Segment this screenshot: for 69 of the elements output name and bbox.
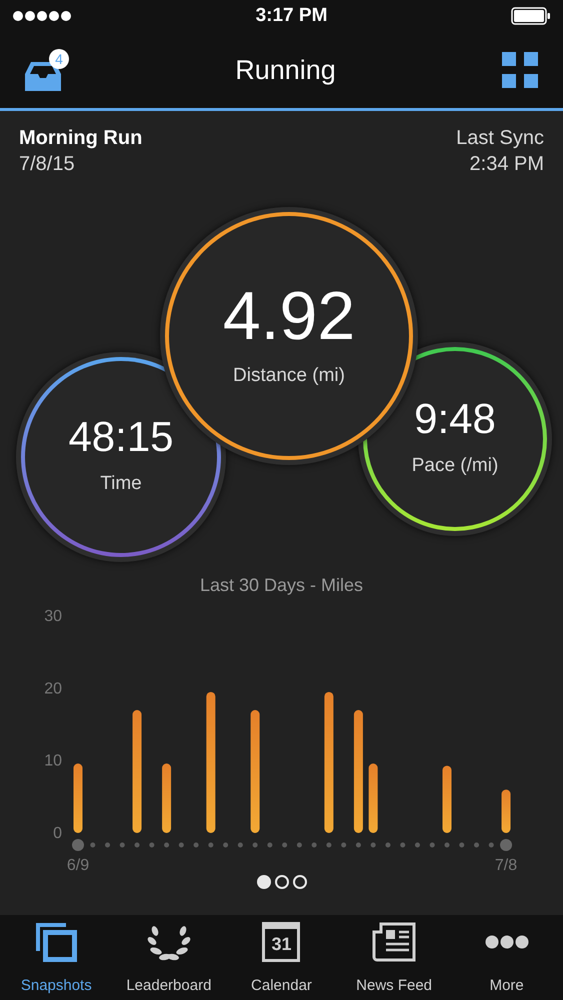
axis-dot [488, 842, 494, 848]
bar [162, 764, 172, 833]
battery-icon [511, 7, 551, 25]
chart-title: Last 30 Days - Miles [200, 574, 364, 597]
axis-dot [474, 842, 480, 848]
bar [74, 764, 82, 833]
axis-dot [252, 842, 258, 848]
axis-dot [194, 842, 199, 848]
stat-value: 48:15 [68, 416, 174, 458]
stat-label: Pace (/mi) [412, 454, 498, 478]
axis-dot [105, 842, 110, 848]
activity-name: Morning Run [19, 126, 142, 151]
y-tick-label: 20 [44, 680, 62, 698]
signal-icon [12, 10, 72, 22]
axis-dot [312, 842, 317, 848]
axis-dot [400, 842, 406, 848]
axis-dot [223, 842, 228, 848]
page-title: Running [235, 54, 336, 87]
laurel-wreath-icon [146, 923, 191, 962]
axis-dot [444, 842, 450, 848]
tab-bar-item[interactable]: Snapshots [0, 915, 113, 1000]
axis-dot [430, 842, 435, 848]
stat-label: Distance (mi) [233, 364, 345, 388]
tab-bar-item[interactable]: More [450, 915, 563, 1000]
axis-dot [134, 842, 140, 848]
y-tick-label: 10 [44, 752, 62, 770]
stat-label: Time [100, 472, 142, 496]
axis-dot [238, 842, 243, 848]
x-tick-label: 7/8 [494, 857, 518, 873]
stat-value: 4.92 [222, 282, 356, 350]
tab-bar-item[interactable]: Leaderboard [112, 915, 226, 1000]
y-tick-label: 30 [44, 608, 62, 625]
bar [442, 766, 452, 833]
axis-dot [326, 842, 332, 848]
more-icon [484, 935, 529, 950]
bar [368, 764, 378, 833]
notification-badge: 4 [49, 49, 69, 69]
grid-icon [502, 52, 538, 88]
bar [502, 790, 511, 833]
snapshots-icon [34, 921, 78, 964]
axis-dot [459, 842, 464, 848]
tab-bar-item[interactable]: News Feed [338, 915, 450, 1000]
axis-dot [149, 842, 154, 848]
axis-dot [385, 842, 390, 848]
axis-dot [341, 842, 346, 848]
axis-dot [500, 839, 512, 851]
axis-dot [72, 839, 84, 851]
status-time: 3:17 PM [256, 4, 328, 28]
calendar-icon: 31 [262, 922, 300, 962]
axis-dot [296, 842, 302, 848]
x-tick-label: 6/9 [66, 857, 90, 873]
axis-dot [356, 842, 361, 848]
stat-value: 9:48 [414, 398, 496, 440]
grid-button[interactable] [502, 52, 538, 88]
axis-dot [282, 842, 288, 848]
axis-dot [267, 842, 272, 848]
axis-dot [120, 842, 125, 848]
sync-label: Last Sync [456, 126, 544, 151]
axis-dot [178, 842, 184, 848]
axis-dot [90, 842, 96, 848]
sync-time: 2:34 PM [470, 152, 544, 177]
axis-dot [414, 842, 420, 848]
axis-dot [208, 842, 214, 848]
axis-dot [164, 842, 170, 848]
newspaper-icon [372, 922, 416, 962]
y-tick-label: 0 [53, 825, 62, 842]
axis-dot [370, 842, 376, 848]
activity-date: 7/8/15 [19, 152, 76, 177]
tab-bar-item[interactable]: 31 Calendar [225, 915, 338, 1000]
